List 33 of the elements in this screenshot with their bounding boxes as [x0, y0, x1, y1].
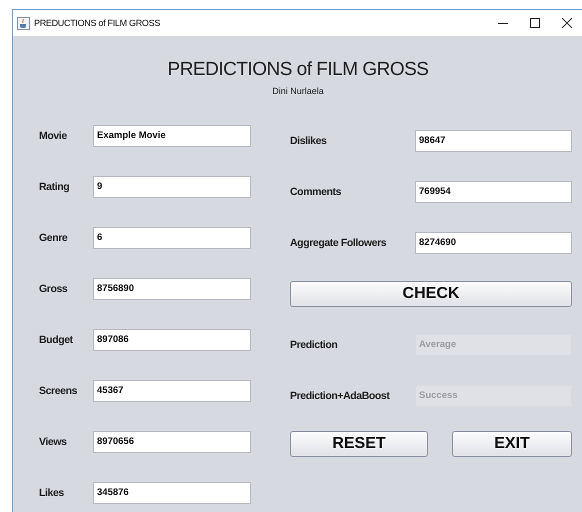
field-label: Screens [39, 384, 78, 396]
input-field[interactable]: 45367 [93, 380, 251, 402]
field-label: Likes [39, 486, 65, 498]
input-field[interactable]: 897086 [93, 328, 251, 350]
exit-button[interactable]: EXIT [452, 431, 572, 457]
field-label: Prediction [290, 338, 338, 350]
field-label: Genre [39, 232, 68, 244]
input-field[interactable]: 8756890 [93, 278, 251, 300]
author-name: Dini Nurlaela [272, 86, 324, 96]
field-label: Rating [39, 180, 70, 192]
field-label: Aggregate Followers [290, 236, 388, 248]
field-label: Views [39, 436, 68, 448]
field-label: Budget [39, 334, 74, 346]
field-label: Gross [39, 282, 68, 294]
close-icon [562, 18, 572, 28]
input-field[interactable]: Example Movie [93, 124, 251, 146]
check-button[interactable]: CHECK [290, 280, 572, 306]
input-field[interactable]: 769954 [415, 180, 572, 202]
input-field[interactable]: 8274690 [415, 232, 572, 254]
app-heading: PREDICTIONS of FILM GROSS [168, 59, 428, 81]
input-field[interactable]: 345876 [93, 482, 251, 504]
input-field[interactable]: 9 [93, 176, 251, 198]
input-field[interactable]: 8970656 [93, 430, 251, 452]
field-label: Prediction+AdaBoost [290, 390, 391, 402]
input-field[interactable]: 98647 [415, 130, 572, 152]
field-label: Comments [290, 186, 342, 198]
java-cup-icon [17, 16, 30, 30]
reset-button[interactable]: RESET [290, 431, 428, 457]
input-field[interactable]: 6 [93, 226, 251, 248]
field-label: Movie [39, 130, 68, 142]
maximize-icon [530, 18, 540, 28]
window-title: PREDUCTIONS of FILM GROSS [34, 18, 162, 28]
field-label: Dislikes [290, 134, 328, 146]
